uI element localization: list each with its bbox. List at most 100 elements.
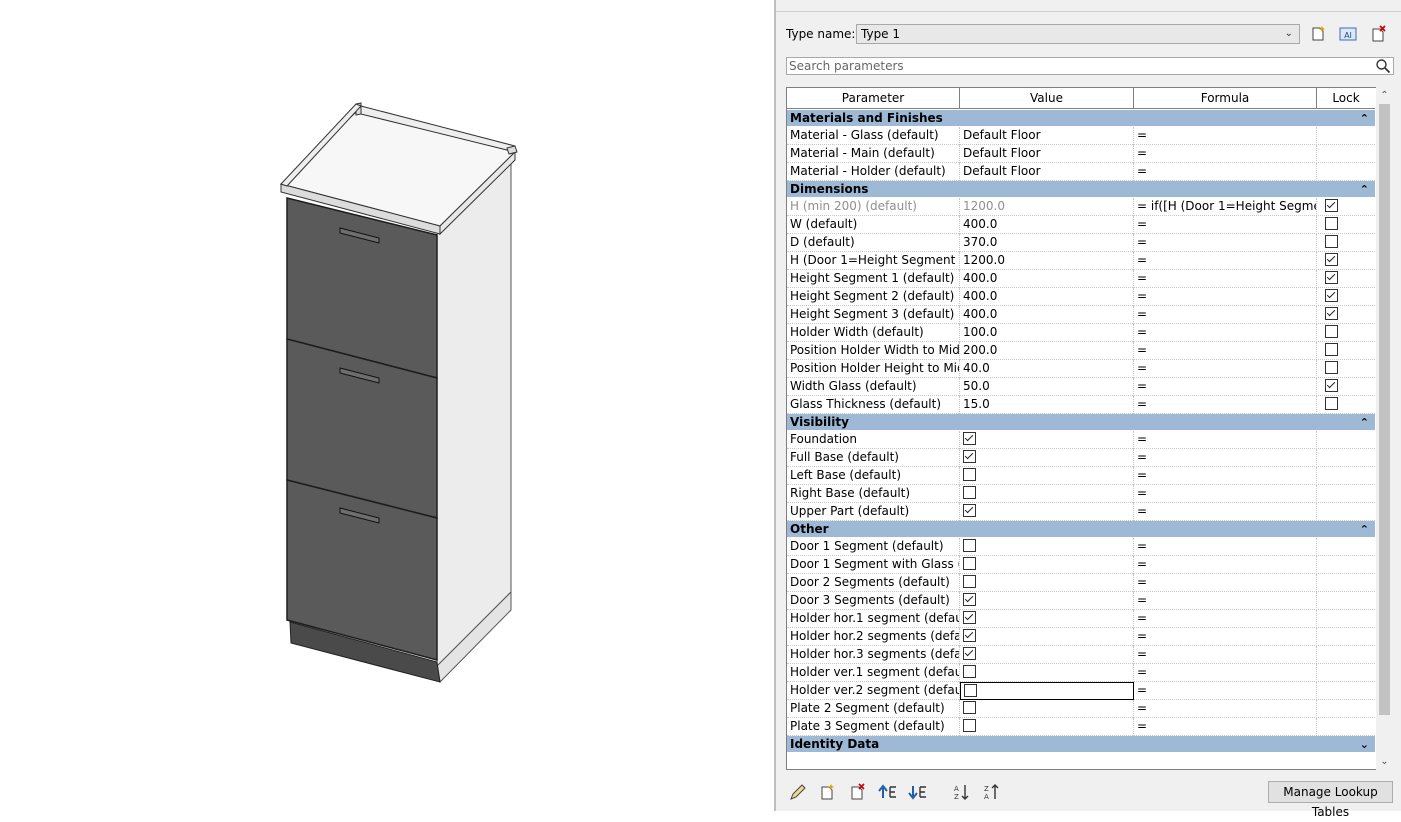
value-cell[interactable]: 100.0 (960, 324, 1134, 342)
lock-cell[interactable] (1317, 396, 1375, 414)
parameter-row[interactable]: D (default) 370.0 = (787, 234, 1375, 252)
value-checkbox-cell[interactable] (960, 664, 1134, 682)
column-header-lock[interactable]: Lock (1317, 88, 1375, 108)
value-cell[interactable]: Default Floor (960, 163, 1134, 181)
scroll-down-icon[interactable]: ⌄ (1376, 753, 1393, 770)
formula-cell[interactable]: = (1134, 163, 1317, 181)
parameter-row[interactable]: Plate 3 Segment (default) = (787, 718, 1375, 736)
parameter-row[interactable]: Door 1 Segment with Glass (def = (787, 556, 1375, 574)
checkbox-checked[interactable] (963, 611, 976, 624)
value-cell[interactable]: 1200.0 (960, 252, 1134, 270)
checkbox-checked[interactable] (963, 504, 976, 517)
parameter-row[interactable]: Holder ver.2 segment (default) = (787, 682, 1375, 700)
collapse-icon[interactable]: ⌃ (1360, 414, 1369, 431)
formula-cell[interactable]: = (1134, 145, 1317, 163)
formula-cell[interactable]: = (1134, 610, 1317, 628)
value-cell[interactable]: 1200.0 (960, 198, 1134, 216)
lock-checkbox-checked[interactable] (1325, 253, 1338, 266)
parameter-name-cell[interactable]: Position Holder Width to Middl (787, 342, 960, 360)
parameter-row[interactable]: Plate 2 Segment (default) = (787, 700, 1375, 718)
lock-checkbox-checked[interactable] (1325, 271, 1338, 284)
parameter-name-cell[interactable]: Height Segment 3 (default) (787, 306, 960, 324)
formula-cell[interactable]: = (1134, 503, 1317, 521)
parameter-name-cell[interactable]: H (Door 1=Height Segment 1,D (787, 252, 960, 270)
value-cell[interactable]: 400.0 (960, 216, 1134, 234)
value-checkbox-cell[interactable] (960, 556, 1134, 574)
formula-cell[interactable]: = (1134, 216, 1317, 234)
formula-cell[interactable]: = (1134, 270, 1317, 288)
group-header[interactable]: Dimensions ⌃ (787, 181, 1375, 198)
lock-cell[interactable] (1317, 234, 1375, 252)
parameter-name-cell[interactable]: Upper Part (default) (787, 503, 960, 521)
value-cell[interactable]: 400.0 (960, 288, 1134, 306)
lock-cell[interactable] (1317, 288, 1375, 306)
formula-cell[interactable]: = (1134, 485, 1317, 503)
lock-checkbox-checked[interactable] (1325, 289, 1338, 302)
move-up-icon[interactable] (878, 782, 898, 802)
scroll-up-icon[interactable]: ⌃ (1376, 87, 1393, 104)
lock-checkbox-unchecked[interactable] (1325, 217, 1338, 230)
formula-cell[interactable]: = (1134, 700, 1317, 718)
parameter-row[interactable]: Door 2 Segments (default) = (787, 574, 1375, 592)
formula-cell[interactable]: = (1134, 288, 1317, 306)
lock-checkbox-checked[interactable] (1325, 379, 1338, 392)
parameter-name-cell[interactable]: Door 1 Segment with Glass (def (787, 556, 960, 574)
parameter-name-cell[interactable]: Plate 3 Segment (default) (787, 718, 960, 736)
move-down-icon[interactable] (908, 782, 928, 802)
parameter-name-cell[interactable]: D (default) (787, 234, 960, 252)
checkbox-unchecked[interactable] (963, 468, 976, 481)
parameter-row[interactable]: Position Holder Height to Middl 40.0 = (787, 360, 1375, 378)
parameter-name-cell[interactable]: Width Glass (default) (787, 378, 960, 396)
parameter-name-cell[interactable]: Foundation (787, 431, 960, 449)
parameter-row[interactable]: Door 1 Segment (default) = (787, 538, 1375, 556)
parameter-row[interactable]: Holder Width (default) 100.0 = (787, 324, 1375, 342)
parameter-name-cell[interactable]: Material - Holder (default) (787, 163, 960, 181)
checkbox-checked[interactable] (963, 432, 976, 445)
formula-cell[interactable]: = (1134, 556, 1317, 574)
parameter-row[interactable]: Position Holder Width to Middl 200.0 = (787, 342, 1375, 360)
formula-cell[interactable]: = (1134, 360, 1317, 378)
parameter-name-cell[interactable]: W (default) (787, 216, 960, 234)
parameter-name-cell[interactable]: Holder ver.1 segment (default) (787, 664, 960, 682)
lock-cell[interactable] (1317, 306, 1375, 324)
formula-cell[interactable]: = (1134, 467, 1317, 485)
parameter-row[interactable]: Material - Glass (default) Default Floor = (787, 127, 1375, 145)
lock-cell[interactable] (1317, 360, 1375, 378)
value-checkbox-cell[interactable] (960, 610, 1134, 628)
formula-cell[interactable]: = (1134, 234, 1317, 252)
value-checkbox-cell[interactable] (960, 431, 1134, 449)
parameter-row[interactable]: Holder ver.1 segment (default) = (787, 664, 1375, 682)
manage-lookup-tables-button[interactable]: Manage Lookup Tables (1268, 781, 1393, 819)
formula-cell[interactable]: = (1134, 252, 1317, 270)
parameter-row[interactable]: Material - Holder (default) Default Floor… (787, 163, 1375, 181)
parameter-name-cell[interactable]: Material - Glass (default) (787, 127, 960, 145)
parameter-row[interactable]: H (min 200) (default) 1200.0 = if([H (Door… (787, 198, 1375, 216)
search-parameters-input[interactable]: Search parameters (786, 57, 1394, 75)
value-checkbox-cell[interactable] (960, 485, 1134, 503)
parameter-name-cell[interactable]: Door 3 Segments (default) (787, 592, 960, 610)
parameter-row[interactable]: Height Segment 2 (default) 400.0 = (787, 288, 1375, 306)
value-cell[interactable]: 400.0 (960, 270, 1134, 288)
checkbox-unchecked[interactable] (964, 684, 977, 697)
new-parameter-icon[interactable] (818, 782, 838, 802)
checkbox-unchecked[interactable] (963, 557, 976, 570)
collapse-icon[interactable]: ⌃ (1360, 110, 1369, 127)
formula-cell[interactable]: = (1134, 449, 1317, 467)
formula-cell[interactable]: = (1134, 378, 1317, 396)
lock-checkbox-unchecked[interactable] (1325, 397, 1338, 410)
formula-cell[interactable]: = (1134, 538, 1317, 556)
formula-cell[interactable]: = (1134, 592, 1317, 610)
lock-checkbox-unchecked[interactable] (1325, 361, 1338, 374)
parameter-name-cell[interactable]: Right Base (default) (787, 485, 960, 503)
formula-cell[interactable]: = (1134, 396, 1317, 414)
lock-checkbox-unchecked[interactable] (1325, 325, 1338, 338)
scroll-thumb[interactable] (1379, 104, 1390, 715)
collapse-icon[interactable]: ⌃ (1360, 521, 1369, 538)
model-viewport[interactable] (0, 0, 774, 811)
grid-scrollbar[interactable]: ⌃ ⌄ (1376, 87, 1393, 770)
formula-cell[interactable]: = (1134, 664, 1317, 682)
column-header-parameter[interactable]: Parameter (787, 88, 960, 108)
value-checkbox-cell[interactable] (960, 503, 1134, 521)
parameter-row[interactable]: Holder hor.2 segments (default) = (787, 628, 1375, 646)
value-checkbox-cell[interactable] (960, 718, 1134, 736)
